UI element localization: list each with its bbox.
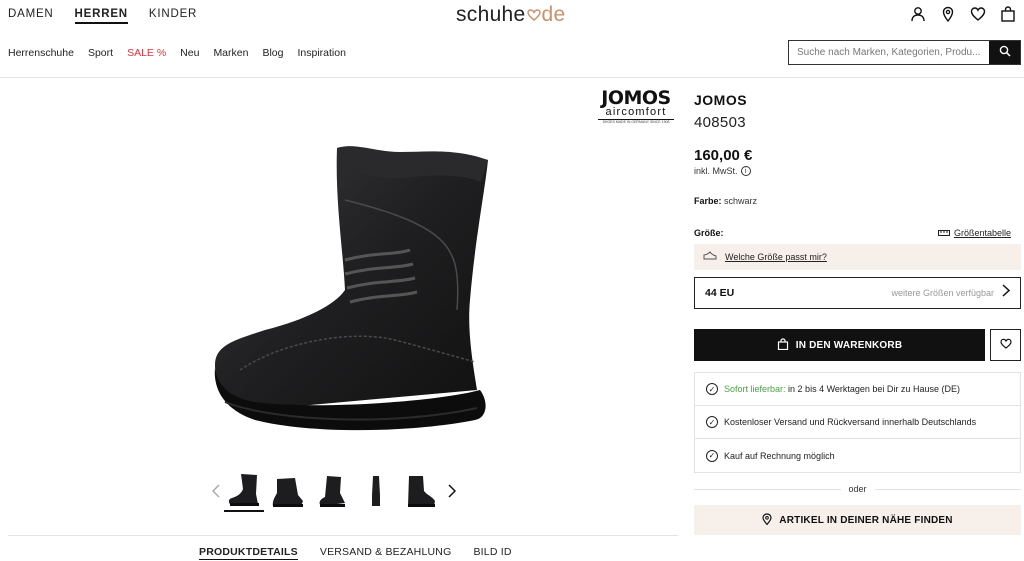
nav-inspiration[interactable]: Inspiration (297, 47, 345, 59)
size-table-label: Größentabelle (953, 228, 1011, 238)
delivery-text: in 2 bis 4 Werktagen bei Dir zu Hause (D… (788, 384, 960, 394)
nav-marken[interactable]: Marken (213, 47, 248, 59)
logo-heart-icon (526, 3, 541, 27)
search-input[interactable] (789, 41, 989, 64)
nav-neu[interactable]: Neu (180, 47, 199, 59)
thumbnail-5[interactable] (400, 470, 440, 512)
thumbnail-2[interactable] (268, 470, 308, 512)
check-circle-icon: ✓ (706, 416, 718, 428)
check-circle-icon: ✓ (706, 383, 718, 395)
size-table-link[interactable]: Größentabelle (937, 228, 1011, 238)
or-text: oder (848, 484, 867, 494)
brand-logo-name: JOMOS (601, 87, 671, 109)
info-icon[interactable]: i (740, 166, 751, 176)
tabs-divider (8, 535, 678, 536)
product-color: Farbe: schwarz (694, 196, 1021, 206)
vat-note: inkl. MwSt. i (694, 166, 1021, 176)
find-in-store-button[interactable]: ARTIKEL IN DEINER NÄHE FINDEN (694, 505, 1021, 535)
list-item: ✓ Kostenloser Versand und Rückversand in… (695, 406, 1020, 439)
tab-produktdetails[interactable]: PRODUKTDETAILS (199, 546, 298, 560)
tab-herren[interactable]: HERREN (74, 8, 128, 24)
check-circle-icon: ✓ (706, 449, 718, 462)
nav-blog[interactable]: Blog (262, 47, 283, 59)
ruler-icon (937, 228, 950, 238)
logo-text: schuhe (456, 3, 526, 26)
tab-kinder[interactable]: KINDER (149, 8, 197, 24)
or-divider: oder (694, 483, 1022, 495)
color-value: schwarz (724, 196, 758, 206)
divider-line (874, 488, 1022, 490)
thumbnail-4[interactable] (356, 470, 396, 512)
product-main-image[interactable] (195, 140, 495, 440)
header-divider (0, 77, 1024, 78)
thumbnail-3[interactable] (312, 470, 352, 512)
thumbnail-strip (208, 470, 460, 512)
site-logo[interactable]: schuhe de (456, 3, 566, 27)
find-in-store-label: ARTIKEL IN DEINER NÄHE FINDEN (779, 514, 953, 526)
list-item: ✓ Kauf auf Rechnung möglich (695, 439, 1020, 472)
thumbnail-1[interactable] (224, 470, 264, 512)
add-to-cart-button[interactable]: IN DEN WARENKORB (694, 329, 985, 361)
list-item: ✓ Sofort lieferbar: in 2 bis 4 Werktagen… (695, 373, 1020, 406)
product-article-number: 408503 (694, 114, 746, 131)
shoe-fit-icon (703, 251, 717, 263)
search-button[interactable] (989, 41, 1020, 64)
header-actions (910, 6, 1016, 23)
location-pin-icon[interactable] (940, 6, 956, 23)
nav-sport[interactable]: Sport (88, 47, 113, 59)
heart-icon (999, 336, 1012, 354)
invoice-text: Kauf auf Rechnung möglich (724, 450, 835, 461)
product-brand[interactable]: JOMOS (694, 92, 1021, 108)
wishlist-button[interactable] (990, 329, 1021, 361)
user-icon[interactable] (910, 6, 926, 22)
gender-nav: DAMEN HERREN KINDER (8, 8, 197, 24)
cart-bag-icon (777, 337, 789, 353)
delivery-info-list: ✓ Sofort lieferbar: in 2 bis 4 Werktagen… (694, 372, 1021, 473)
shipping-text: Kostenloser Versand und Rückversand inne… (724, 417, 977, 427)
search-bar (788, 40, 1021, 65)
thumbnail-next-icon[interactable] (444, 470, 460, 512)
chevron-right-icon (1002, 284, 1011, 302)
divider-line (694, 488, 841, 490)
size-advisor-link[interactable]: Welche Größe passt mir? (725, 252, 827, 262)
tab-versand-bezahlung[interactable]: VERSAND & BEZAHLUNG (320, 546, 452, 560)
search-icon (999, 44, 1011, 62)
heart-icon[interactable] (970, 6, 986, 22)
vat-text: inkl. MwSt. (694, 166, 738, 176)
size-selector[interactable]: 44 EU weitere Größen verfügbar (694, 277, 1021, 309)
nav-herrenschuhe[interactable]: Herrenschuhe (8, 47, 74, 59)
category-nav: Herrenschuhe Sport SALE % Neu Marken Blo… (8, 47, 346, 59)
selected-size: 44 EU (705, 287, 735, 299)
detail-tabs: PRODUKTDETAILS VERSAND & BEZAHLUNG BILD … (199, 546, 512, 560)
delivery-highlight: Sofort lieferbar: (724, 384, 786, 394)
add-to-cart-label: IN DEN WARENKORB (795, 339, 903, 351)
tab-damen[interactable]: DAMEN (8, 8, 54, 24)
nav-sale[interactable]: SALE % (127, 47, 166, 59)
logo-suffix: de (541, 3, 566, 26)
brand-logo-tagline: aircomfort (598, 107, 674, 120)
shopping-bag-icon[interactable] (1000, 6, 1016, 22)
product-price: 160,00 € (694, 147, 753, 164)
delivery-info: Sofort lieferbar: in 2 bis 4 Werktagen b… (724, 384, 960, 394)
more-sizes-hint: weitere Größen verfügbar (891, 288, 994, 298)
location-pin-icon (762, 512, 772, 528)
size-advisor[interactable]: Welche Größe passt mir? (694, 244, 1021, 270)
brand-logo[interactable]: JOMOS aircomfort SHOES MADE IN GERMANY S… (598, 89, 674, 125)
thumbnail-prev-icon[interactable] (208, 470, 224, 512)
tab-bild-id[interactable]: BILD ID (473, 546, 511, 560)
brand-logo-claim: SHOES MADE IN GERMANY SINCE 1908 (602, 120, 670, 124)
color-label: Farbe: (694, 196, 722, 206)
